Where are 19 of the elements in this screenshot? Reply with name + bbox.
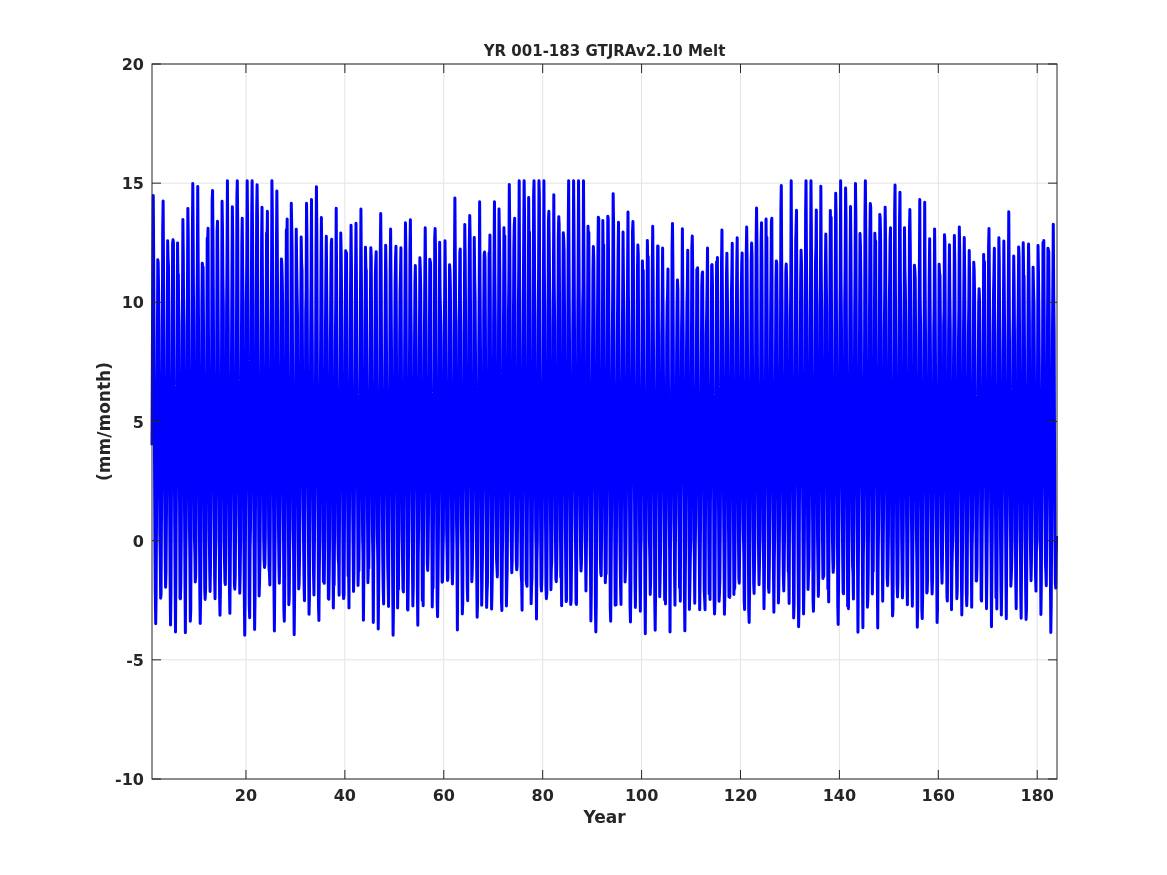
tick-label: 120 (723, 786, 758, 805)
tick-label: 20 (121, 55, 144, 74)
tick-label: 10 (121, 293, 144, 313)
chart-title: YR 001-183 GTJRAv2.10 Melt (483, 42, 726, 60)
tick-label: 0 (132, 531, 144, 551)
tick-label: -5 (126, 650, 144, 670)
tick-label: 20 (234, 786, 258, 805)
tick-label: 140 (822, 786, 857, 805)
tick-label: 160 (921, 786, 955, 805)
tick-label: 15 (121, 174, 144, 194)
tick-label: 100 (624, 786, 659, 805)
tick-label: 60 (432, 786, 455, 805)
tick-label: 180 (1020, 786, 1054, 805)
tick-label: 5 (132, 412, 144, 432)
tick-label: 80 (531, 786, 554, 805)
tick-label: -10 (115, 770, 144, 789)
axis-label: (mm/month) (94, 362, 114, 481)
tick-label: 40 (333, 786, 356, 805)
axis-label: Year (583, 807, 626, 827)
